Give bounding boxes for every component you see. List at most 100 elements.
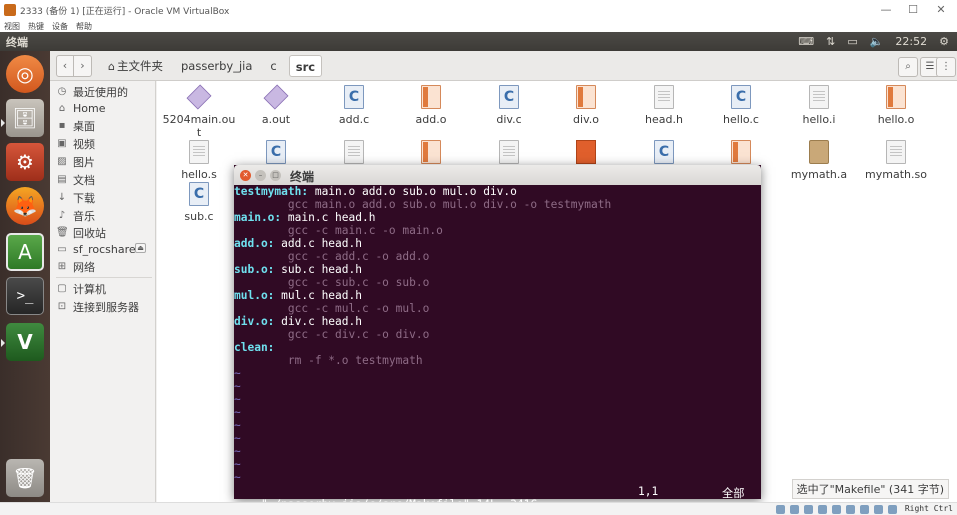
c-source-icon: C [654,140,674,164]
terminal-titlebar[interactable]: ✕ – □ 终端 [234,165,761,185]
breadcrumb-home-label: 主文件夹 [116,58,163,73]
file-item[interactable]: a.out [239,84,313,126]
network-adapter-icon[interactable] [818,505,827,514]
sidebar-item-trash[interactable]: 🗑 回收站 [56,224,106,241]
file-item[interactable]: C [627,140,701,168]
close-icon[interactable]: ✕ [933,2,949,18]
file-item[interactable]: hello.s [162,140,236,181]
file-item[interactable]: Cdiv.c [472,85,546,126]
back-button[interactable]: ‹ [56,54,74,77]
sidebar-item-videos[interactable]: ▣ 视频 [56,135,95,152]
files-icon[interactable]: 🗄 [6,99,44,137]
file-item[interactable] [704,140,778,168]
firefox-icon[interactable]: 🦊 [6,187,44,225]
file-item[interactable]: div.o [549,85,623,126]
file-item[interactable] [549,140,623,168]
file-item[interactable] [472,140,546,168]
close-icon[interactable]: ✕ [240,170,251,181]
virtualbox-menubar: 视图 热键 设备 帮助 [0,20,957,32]
menu-hotkeys[interactable]: 热键 [28,21,44,32]
menu-devices[interactable]: 设备 [52,21,68,32]
home-icon: ⌂ [58,103,66,114]
make-dependencies: div.c head.h [274,315,362,328]
make-command: gcc -c div.c -o div.o [234,328,430,341]
file-item[interactable]: add.o [394,85,468,126]
sidebar-item-home[interactable]: ⌂ Home [56,100,106,117]
ubuntu-dash-icon[interactable]: ◎ [6,55,44,93]
breadcrumb-src[interactable]: src [288,54,323,77]
object-file-icon [576,85,596,109]
file-item[interactable]: 5204main.out [162,84,236,139]
terminal-window[interactable]: ✕ – □ 终端 testmymath: main.o add.o sub.o … [234,165,761,511]
usb-icon[interactable] [832,505,841,514]
file-item[interactable]: head.h [627,85,701,126]
search-icon[interactable]: ⌕ [898,57,918,77]
breadcrumb-home[interactable]: ⌂ 主文件夹 [102,55,169,77]
file-item[interactable]: Chello.c [704,85,778,126]
vim-line: div.o: div.c head.h [234,315,761,328]
sidebar-item-pictures[interactable]: ▨ 图片 [56,153,95,170]
text-file-icon [809,85,829,109]
ubuntu-top-panel: 终端 ⌨ ⇅ ▭ 🔈 22:52 ⚙ [0,32,957,51]
shared-folder-icon[interactable] [846,505,855,514]
eject-icon[interactable]: ⏏ [135,243,146,253]
gear-icon[interactable]: ⚙ [939,35,949,48]
trash-icon[interactable]: 🗑 [6,459,44,497]
minimize-icon[interactable]: – [255,170,266,181]
breadcrumb-c[interactable]: c [264,55,282,77]
sidebar-item-recent[interactable]: ◷ 最近使用的 [56,83,128,100]
file-item[interactable]: Csub.c [162,182,236,223]
maximize-icon[interactable]: ☐ [905,2,921,18]
display-icon[interactable] [860,505,869,514]
file-item[interactable]: Cadd.c [317,85,391,126]
optical-drive-icon[interactable] [790,505,799,514]
selection-status: 选中了"Makefile" (341 字节) [791,479,949,499]
recording-icon[interactable] [874,505,883,514]
software-updater-icon[interactable]: A [6,233,44,271]
sidebar-item-downloads[interactable]: ↓ 下载 [56,189,95,206]
vim-buffer[interactable]: testmymath: main.o add.o sub.o mul.o div… [234,185,761,499]
sidebar-item-music[interactable]: ♪ 音乐 [56,207,95,224]
hdd-icon[interactable] [776,505,785,514]
file-item[interactable] [317,140,391,168]
sidebar-item-computer[interactable]: ▢ 计算机 [56,280,106,297]
sidebar-item-network[interactable]: ⊞ 网络 [56,258,95,275]
vim-empty-line-marker: ~ [234,471,241,484]
audio-icon[interactable] [804,505,813,514]
panel-clock[interactable]: 22:52 [895,35,927,48]
sidebar-item-sf-rocshare[interactable]: ▭ sf_rocshare [56,241,135,258]
vim-icon[interactable]: V [6,323,44,361]
mouse-integration-icon[interactable] [888,505,897,514]
file-item[interactable]: mymath.a [782,140,856,181]
view-options-icon[interactable]: ⋮ [936,57,956,77]
volume-icon[interactable]: 🔈 [870,35,884,48]
minimize-icon[interactable]: — [878,2,894,18]
header-file-icon [654,85,674,109]
keyboard-input-icon[interactable]: ⌨ [798,35,814,48]
file-item[interactable]: hello.o [859,85,933,126]
sidebar-item-documents[interactable]: ▤ 文档 [56,171,95,188]
maximize-icon[interactable]: □ [270,170,281,181]
file-item[interactable] [394,140,468,168]
system-settings-icon[interactable]: ⚙ [6,143,44,181]
menu-help[interactable]: 帮助 [76,21,92,32]
vim-cursor-position: 1,1 [638,485,659,498]
file-item[interactable]: mymath.so [859,140,933,181]
file-item[interactable]: C [239,140,313,168]
network-icon[interactable]: ⇅ [826,35,835,48]
text-file-icon [189,140,209,164]
menu-view[interactable]: 视图 [4,21,20,32]
sidebar-item-desktop[interactable]: ▪ 桌面 [56,117,95,134]
vim-line: gcc -c main.c -o main.o [234,224,761,237]
forward-button[interactable]: › [74,54,92,77]
battery-icon[interactable]: ▭ [847,35,857,48]
breadcrumb-passerby-jia[interactable]: passerby_jia [175,55,258,77]
make-target: testmymath: [234,185,309,198]
file-item[interactable]: hello.i [782,85,856,126]
sidebar-item-connect-server[interactable]: ⊡ 连接到服务器 [56,298,139,315]
make-dependencies: add.c head.h [274,237,362,250]
terminal-icon[interactable]: >_ [6,277,44,315]
make-target: clean: [234,341,275,354]
executable-icon [263,84,289,110]
sidebar-item-label: 网络 [73,260,95,274]
